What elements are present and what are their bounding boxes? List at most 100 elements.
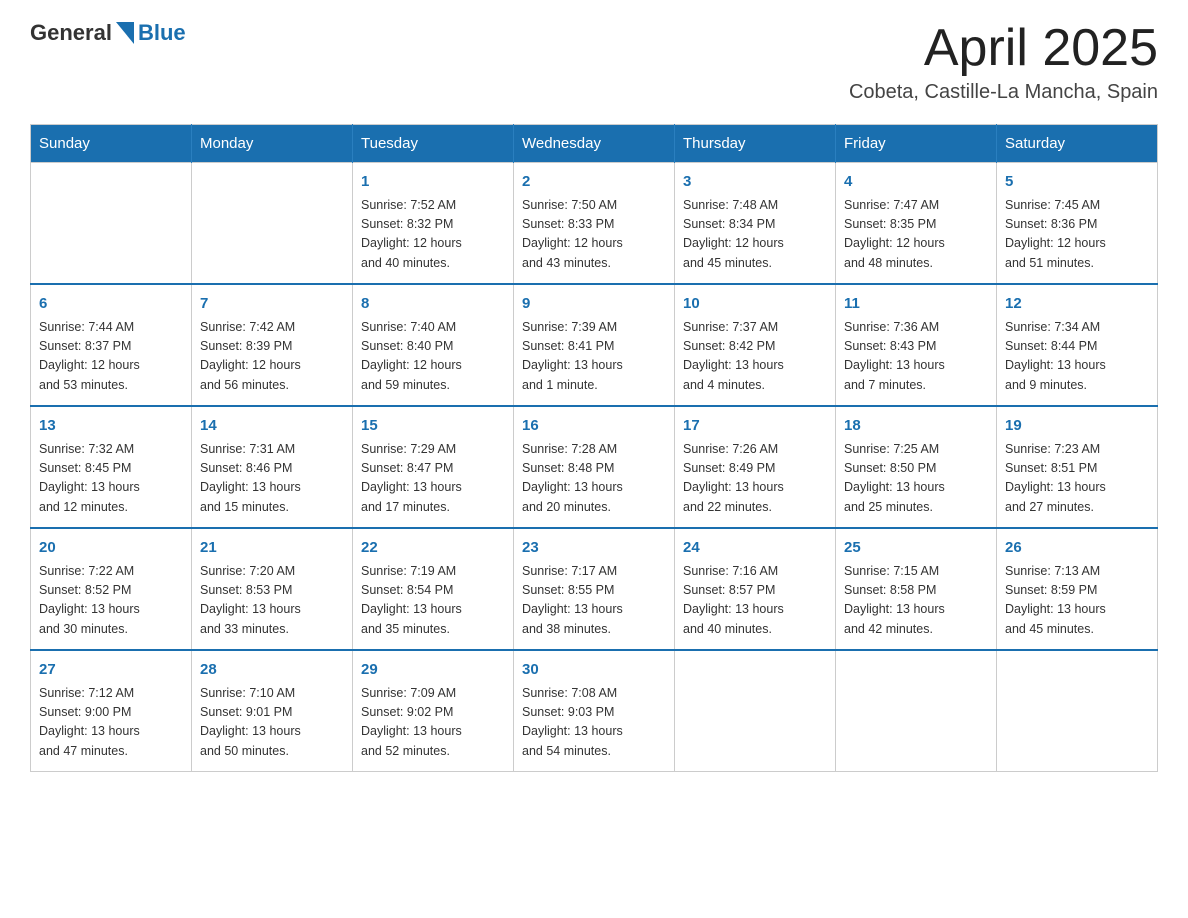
table-row (192, 163, 353, 285)
day-info-text: and 43 minutes. (522, 254, 666, 273)
day-number: 15 (361, 415, 505, 438)
day-info-text: Daylight: 13 hours (200, 600, 344, 619)
day-number: 5 (1005, 171, 1149, 194)
day-info-text: and 7 minutes. (844, 376, 988, 395)
table-row (675, 650, 836, 772)
day-info-text: and 45 minutes. (683, 254, 827, 273)
day-info-text: Daylight: 12 hours (200, 356, 344, 375)
day-info-text: and 35 minutes. (361, 620, 505, 639)
day-info-text: and 4 minutes. (683, 376, 827, 395)
day-info-text: and 52 minutes. (361, 742, 505, 761)
table-row: 6Sunrise: 7:44 AMSunset: 8:37 PMDaylight… (31, 284, 192, 406)
table-row: 15Sunrise: 7:29 AMSunset: 8:47 PMDayligh… (353, 406, 514, 528)
day-number: 2 (522, 171, 666, 194)
day-info-text: Sunset: 8:49 PM (683, 459, 827, 478)
day-info-text: Daylight: 13 hours (361, 478, 505, 497)
day-info-text: Sunrise: 7:22 AM (39, 562, 183, 581)
day-info-text: Sunset: 8:33 PM (522, 215, 666, 234)
day-info-text: and 27 minutes. (1005, 498, 1149, 517)
day-info-text: Sunset: 8:57 PM (683, 581, 827, 600)
title-block: April 2025 Cobeta, Castille-La Mancha, S… (849, 20, 1158, 104)
day-info-text: Sunset: 8:55 PM (522, 581, 666, 600)
day-info-text: Daylight: 13 hours (522, 600, 666, 619)
day-info-text: Daylight: 13 hours (683, 600, 827, 619)
table-row: 14Sunrise: 7:31 AMSunset: 8:46 PMDayligh… (192, 406, 353, 528)
table-row: 10Sunrise: 7:37 AMSunset: 8:42 PMDayligh… (675, 284, 836, 406)
location-subtitle: Cobeta, Castille-La Mancha, Spain (849, 81, 1158, 104)
day-info-text: Daylight: 13 hours (844, 600, 988, 619)
day-info-text: and 51 minutes. (1005, 254, 1149, 273)
day-info-text: Sunset: 8:52 PM (39, 581, 183, 600)
table-row: 30Sunrise: 7:08 AMSunset: 9:03 PMDayligh… (514, 650, 675, 772)
day-info-text: Sunset: 8:50 PM (844, 459, 988, 478)
day-number: 14 (200, 415, 344, 438)
day-info-text: and 30 minutes. (39, 620, 183, 639)
day-info-text: and 53 minutes. (39, 376, 183, 395)
day-number: 12 (1005, 293, 1149, 316)
table-row: 21Sunrise: 7:20 AMSunset: 8:53 PMDayligh… (192, 528, 353, 650)
day-info-text: Daylight: 13 hours (39, 478, 183, 497)
day-info-text: Daylight: 13 hours (522, 722, 666, 741)
calendar-body: 1Sunrise: 7:52 AMSunset: 8:32 PMDaylight… (31, 163, 1158, 772)
day-info-text: Sunset: 8:42 PM (683, 337, 827, 356)
day-info-text: Sunrise: 7:39 AM (522, 318, 666, 337)
day-info-text: Sunrise: 7:42 AM (200, 318, 344, 337)
day-info-text: and 1 minute. (522, 376, 666, 395)
day-number: 30 (522, 659, 666, 682)
day-info-text: Daylight: 12 hours (844, 234, 988, 253)
day-info-text: Sunrise: 7:48 AM (683, 196, 827, 215)
day-number: 27 (39, 659, 183, 682)
day-number: 22 (361, 537, 505, 560)
day-number: 25 (844, 537, 988, 560)
day-info-text: Sunrise: 7:12 AM (39, 684, 183, 703)
day-number: 17 (683, 415, 827, 438)
logo: General Blue (30, 20, 186, 46)
day-info-text: Daylight: 13 hours (522, 478, 666, 497)
day-number: 8 (361, 293, 505, 316)
day-info-text: Sunrise: 7:47 AM (844, 196, 988, 215)
table-row: 12Sunrise: 7:34 AMSunset: 8:44 PMDayligh… (997, 284, 1158, 406)
day-info-text: Sunrise: 7:40 AM (361, 318, 505, 337)
day-info-text: Sunrise: 7:25 AM (844, 440, 988, 459)
calendar-week-row: 6Sunrise: 7:44 AMSunset: 8:37 PMDaylight… (31, 284, 1158, 406)
day-info-text: Sunset: 8:53 PM (200, 581, 344, 600)
table-row: 16Sunrise: 7:28 AMSunset: 8:48 PMDayligh… (514, 406, 675, 528)
day-info-text: and 56 minutes. (200, 376, 344, 395)
day-number: 6 (39, 293, 183, 316)
day-info-text: Sunrise: 7:15 AM (844, 562, 988, 581)
day-number: 1 (361, 171, 505, 194)
day-info-text: Sunset: 9:01 PM (200, 703, 344, 722)
table-row: 28Sunrise: 7:10 AMSunset: 9:01 PMDayligh… (192, 650, 353, 772)
table-row (836, 650, 997, 772)
day-info-text: Daylight: 13 hours (361, 722, 505, 741)
table-row (997, 650, 1158, 772)
day-number: 16 (522, 415, 666, 438)
table-row: 1Sunrise: 7:52 AMSunset: 8:32 PMDaylight… (353, 163, 514, 285)
col-tuesday: Tuesday (353, 125, 514, 163)
day-info-text: and 54 minutes. (522, 742, 666, 761)
day-info-text: Sunset: 9:03 PM (522, 703, 666, 722)
day-info-text: and 33 minutes. (200, 620, 344, 639)
day-info-text: Sunrise: 7:10 AM (200, 684, 344, 703)
day-info-text: Sunset: 8:35 PM (844, 215, 988, 234)
day-info-text: Sunset: 9:00 PM (39, 703, 183, 722)
day-info-text: Daylight: 13 hours (1005, 478, 1149, 497)
table-row: 3Sunrise: 7:48 AMSunset: 8:34 PMDaylight… (675, 163, 836, 285)
day-number: 21 (200, 537, 344, 560)
table-row: 7Sunrise: 7:42 AMSunset: 8:39 PMDaylight… (192, 284, 353, 406)
day-info-text: and 15 minutes. (200, 498, 344, 517)
day-info-text: Sunset: 8:39 PM (200, 337, 344, 356)
day-info-text: Daylight: 13 hours (683, 478, 827, 497)
table-row: 23Sunrise: 7:17 AMSunset: 8:55 PMDayligh… (514, 528, 675, 650)
day-info-text: and 25 minutes. (844, 498, 988, 517)
day-info-text: Sunrise: 7:26 AM (683, 440, 827, 459)
day-info-text: Daylight: 12 hours (39, 356, 183, 375)
day-info-text: and 12 minutes. (39, 498, 183, 517)
table-row: 9Sunrise: 7:39 AMSunset: 8:41 PMDaylight… (514, 284, 675, 406)
table-row: 22Sunrise: 7:19 AMSunset: 8:54 PMDayligh… (353, 528, 514, 650)
day-number: 13 (39, 415, 183, 438)
table-row: 29Sunrise: 7:09 AMSunset: 9:02 PMDayligh… (353, 650, 514, 772)
day-info-text: Daylight: 13 hours (522, 356, 666, 375)
table-row: 20Sunrise: 7:22 AMSunset: 8:52 PMDayligh… (31, 528, 192, 650)
day-info-text: Sunrise: 7:31 AM (200, 440, 344, 459)
